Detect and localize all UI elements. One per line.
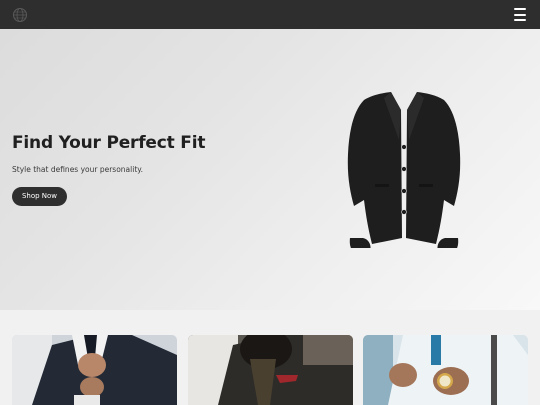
hero-banner: Find Your Perfect Fit Style that defines…	[0, 29, 540, 310]
hero-title: Find Your Perfect Fit	[12, 133, 206, 153]
globe-logo-icon[interactable]	[12, 7, 28, 23]
product-gallery	[0, 310, 540, 405]
hero-subtitle: Style that defines your personality.	[12, 165, 144, 174]
suit-jacket-icon	[344, 88, 464, 255]
top-navigation-bar	[0, 0, 540, 29]
product-card-dark-suit-red-pocket-square[interactable]	[188, 335, 353, 405]
shop-now-button[interactable]: Shop Now	[12, 187, 67, 206]
product-card-navy-suit[interactable]	[12, 335, 177, 405]
hamburger-menu-icon[interactable]	[512, 6, 528, 23]
product-card-white-shirt-gold-watch[interactable]	[363, 335, 528, 405]
